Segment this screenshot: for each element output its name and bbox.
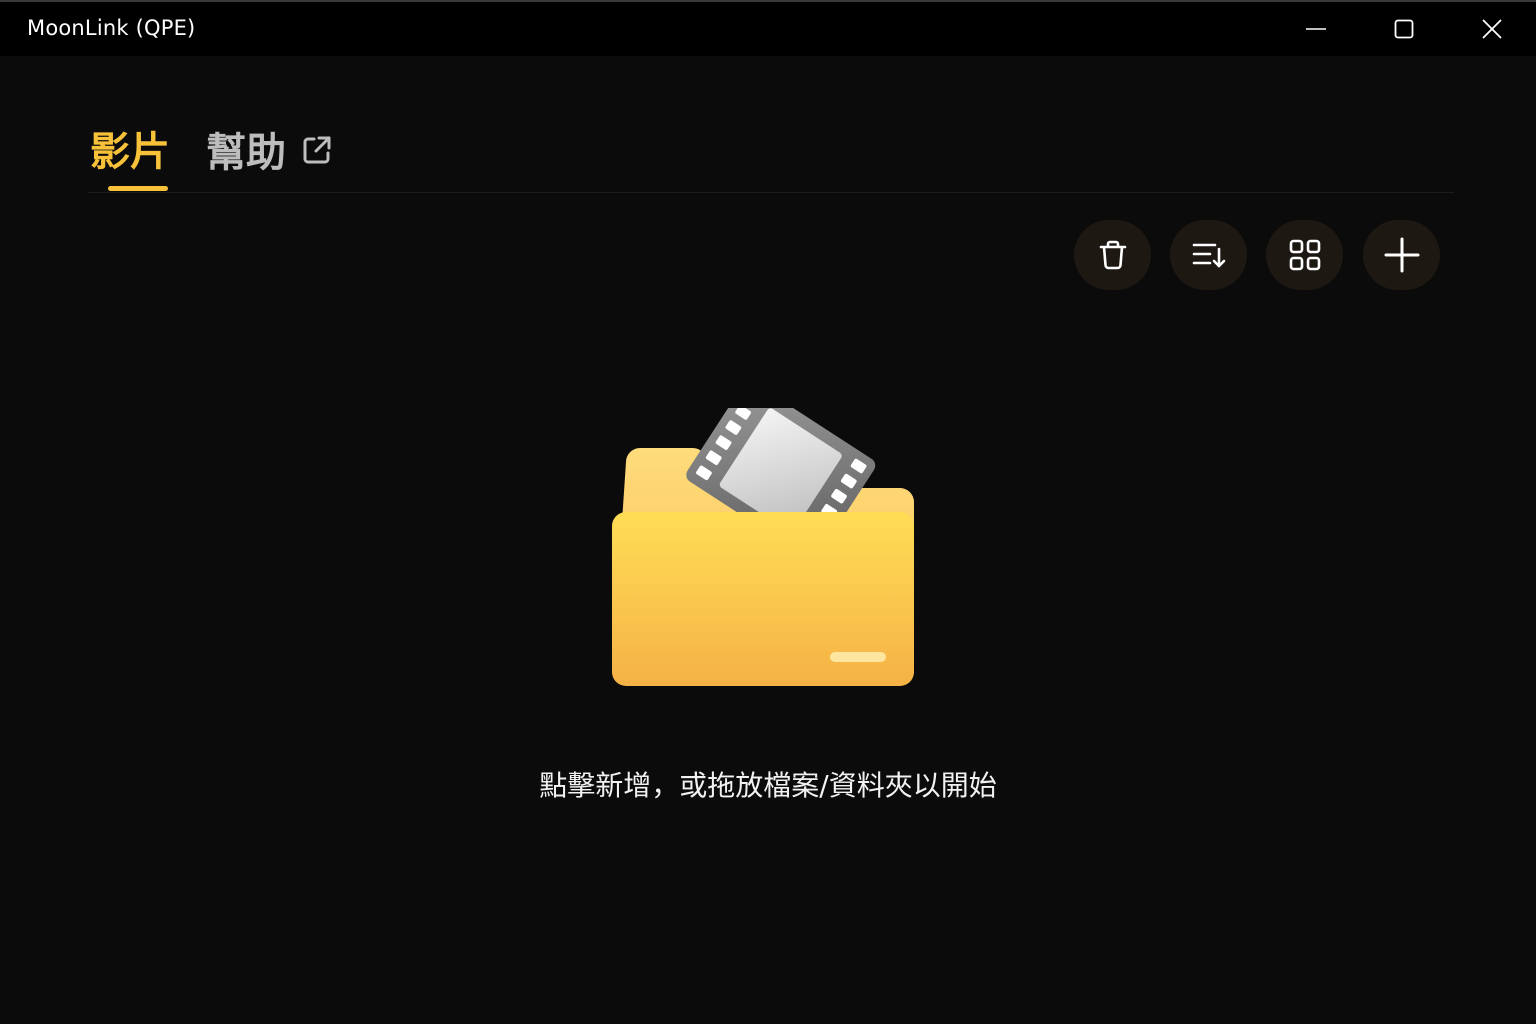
delete-button[interactable] [1074, 220, 1151, 290]
maximize-icon [1394, 19, 1414, 39]
active-tab-indicator [108, 186, 168, 191]
folder-film-icon [604, 381, 924, 698]
maximize-button[interactable] [1360, 2, 1448, 56]
empty-state-message: 點擊新增，或拖放檔案/資料夾以開始 [539, 769, 997, 802]
minimize-icon [1306, 28, 1326, 30]
app-title: MoonLink (QPE) [27, 16, 196, 40]
external-link-icon [300, 122, 334, 186]
close-button[interactable] [1448, 2, 1536, 56]
tab-videos-label: 影片 [90, 129, 170, 175]
minimize-button[interactable] [1272, 2, 1360, 56]
tab-help[interactable]: 幫助 [206, 120, 334, 186]
plus-icon [1384, 237, 1419, 273]
title-bar[interactable]: MoonLink (QPE) [0, 0, 1536, 56]
tab-videos[interactable]: 影片 [90, 120, 170, 184]
tab-help-label: 幫助 [206, 130, 286, 176]
tab-divider [88, 192, 1454, 193]
trash-icon [1099, 240, 1126, 270]
grid-view-button[interactable] [1266, 220, 1343, 290]
sort-icon [1192, 243, 1225, 268]
app-window: MoonLink (QPE) 影片 幫助 點擊新增，或拖放檔案/資料夾以開始 [0, 0, 1536, 1024]
add-button[interactable] [1363, 220, 1440, 290]
close-icon [1482, 19, 1502, 39]
sort-button[interactable] [1170, 220, 1247, 290]
grid-view-icon [1289, 239, 1320, 271]
